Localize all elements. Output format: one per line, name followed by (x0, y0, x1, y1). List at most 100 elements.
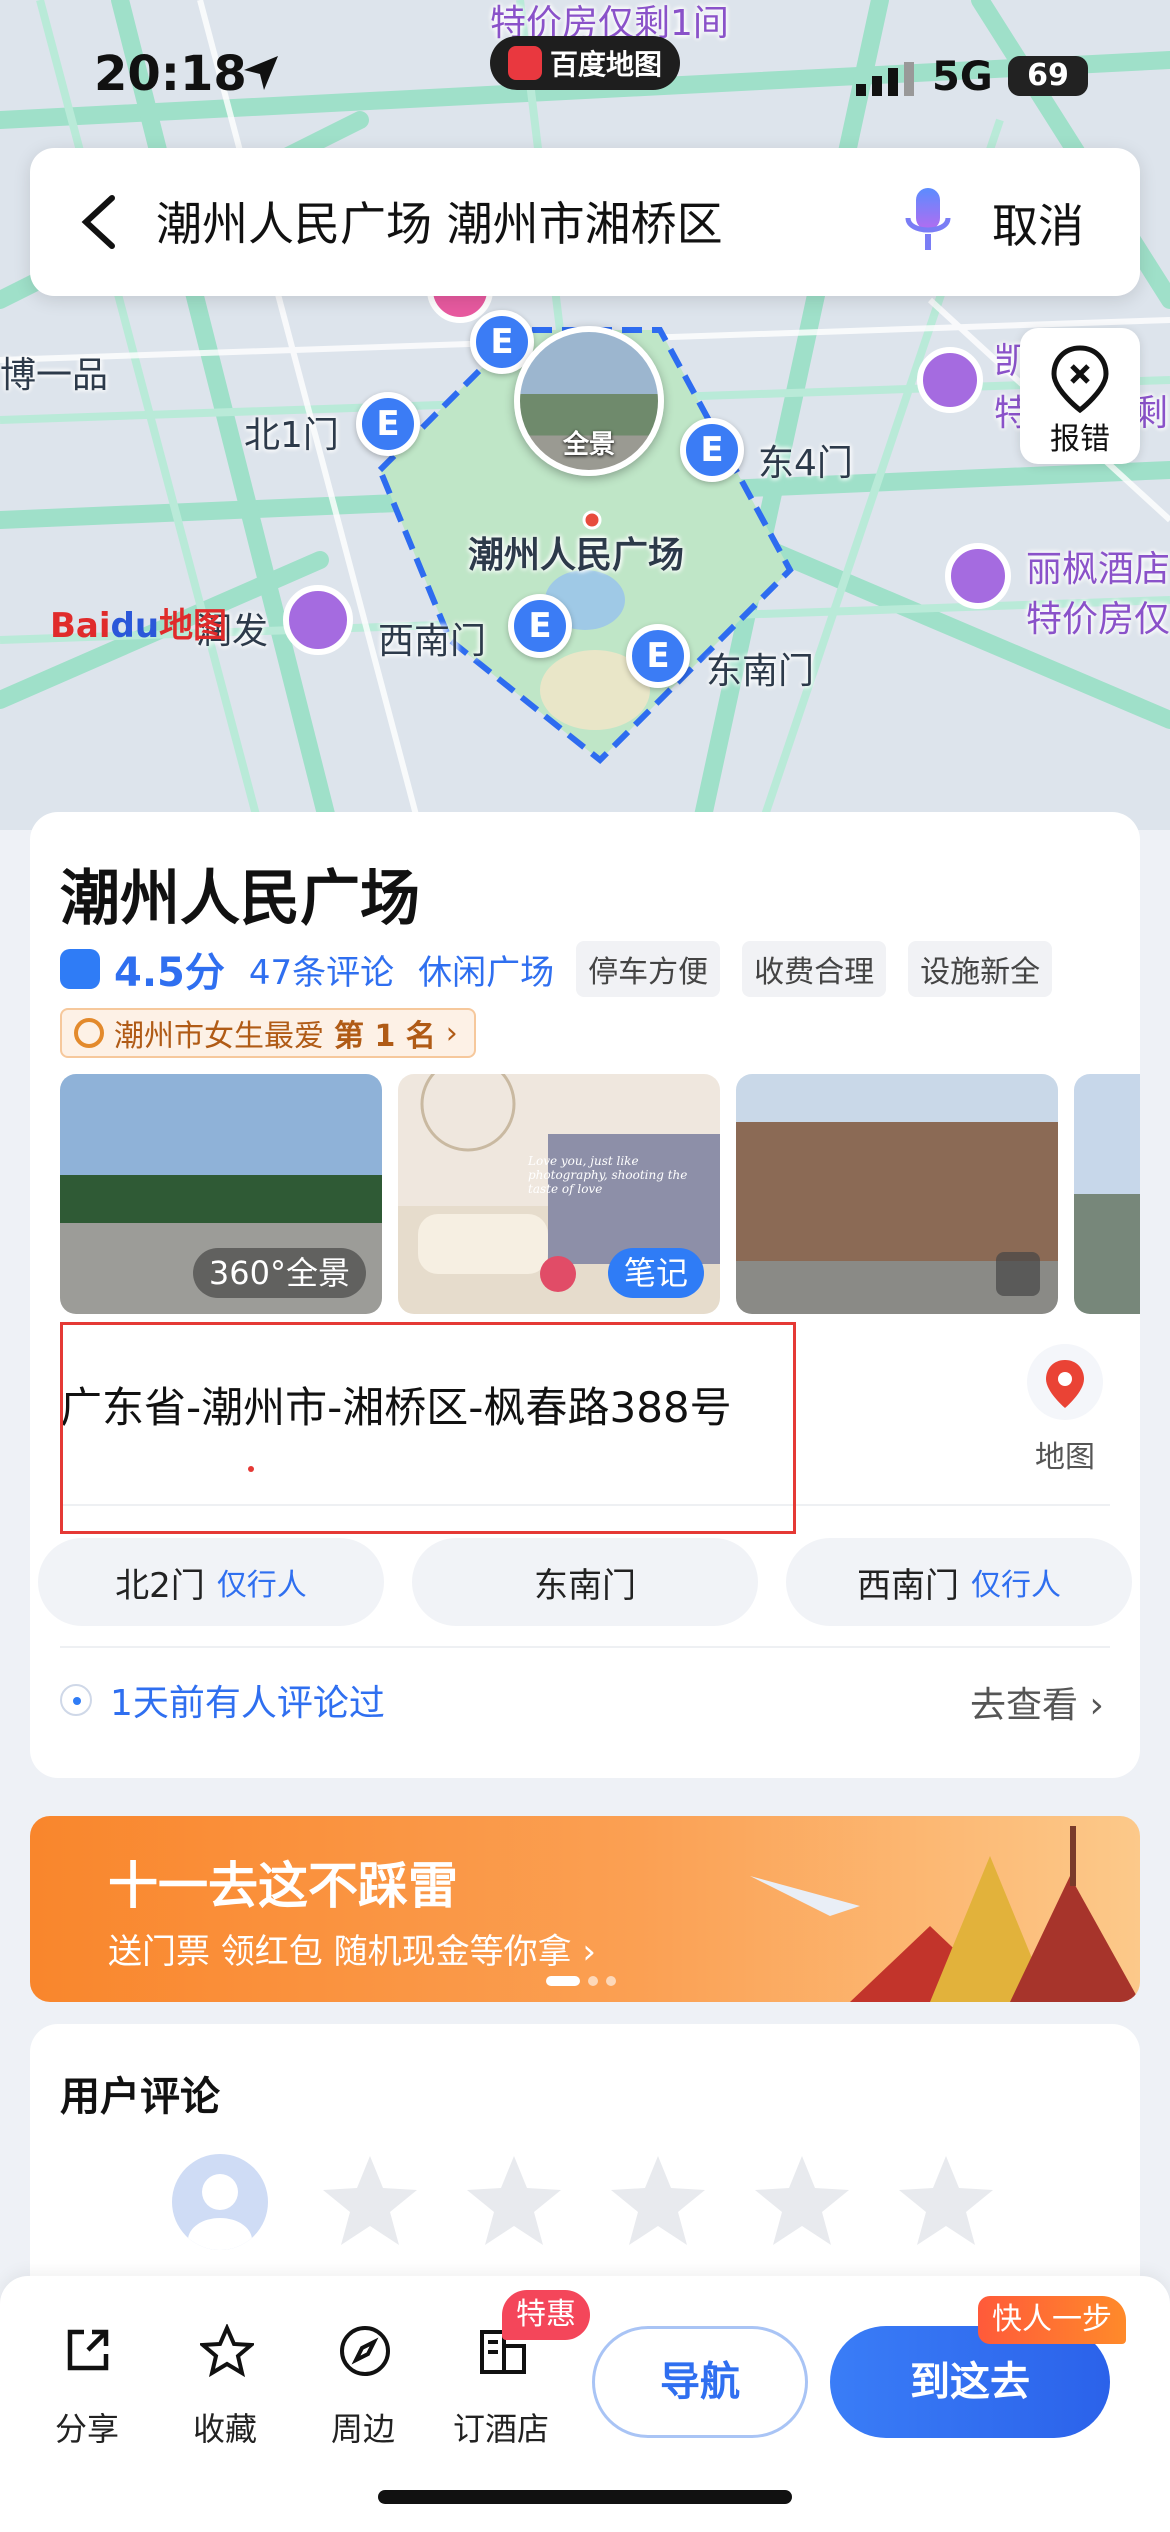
panorama-bubble[interactable]: 全景 (514, 326, 664, 476)
share-icon (67, 2329, 109, 2371)
gate-chip[interactable]: 北2门 仅行人 (38, 1538, 384, 1626)
nearby-button[interactable]: 周边 (308, 2324, 418, 2448)
nearby-label: 周边 (330, 2410, 395, 2448)
ranking-badge[interactable]: 潮州市女生最爱 第 1 名 › (60, 1008, 476, 1058)
rating-star-icon[interactable] (752, 2150, 852, 2250)
navigate-button[interactable]: 导航 (592, 2326, 808, 2438)
battery-indicator: 69 (1008, 56, 1088, 96)
photo-album-icon[interactable] (996, 1252, 1040, 1296)
book-hotel-label: 订酒店 (452, 2410, 549, 2448)
note-photo-caption: Love you, just like photography, shootin… (528, 1154, 688, 1196)
recent-review-row[interactable]: 1天前有人评论过 (60, 1674, 385, 1726)
divider (60, 1646, 1110, 1648)
back-arrow-icon[interactable] (70, 188, 130, 256)
user-avatar (172, 2154, 268, 2250)
gate-entrance-icon[interactable]: E (680, 418, 744, 482)
app-pill-label: 百度地图 (549, 48, 662, 81)
gate-entrance-icon[interactable]: E (508, 594, 572, 658)
rating-star-icon[interactable] (464, 2150, 564, 2250)
gate-note: 仅行人 (216, 1568, 307, 1603)
open-map-button[interactable]: 地图 (1020, 1342, 1110, 1475)
rating-row: 4.5分 47条评论 休闲广场 停车方便 收费合理 设施新全 (60, 940, 1053, 998)
review-count-link[interactable]: 47条评论 (249, 945, 394, 994)
cellular-signal-icon (856, 62, 914, 96)
photo-strip[interactable]: 360°全景 Love you, just like photography, … (60, 1074, 1140, 1314)
panorama-label: 全景 (562, 430, 615, 460)
map-label-gate[interactable]: 东4门 (758, 434, 853, 486)
report-error-button[interactable]: 报错 (1020, 328, 1140, 464)
search-bar: 取消 (30, 148, 1140, 296)
status-bar: 20:18 百度地图 5G 69 (0, 0, 1170, 140)
microphone-icon[interactable] (898, 182, 958, 262)
feature-tag: 设施新全 (908, 941, 1053, 997)
baidu-logo: Baidu地图 (50, 606, 228, 646)
photo-building[interactable] (736, 1074, 1058, 1314)
report-pin-icon (1051, 345, 1109, 414)
gate-name: 北2门 (115, 1565, 205, 1606)
network-type: 5G (932, 54, 993, 100)
promo-title: 十一去这不踩雷 (108, 1857, 458, 1915)
map-label-gate[interactable]: 北1门 (244, 406, 339, 458)
gate-note: 仅行人 (971, 1568, 1061, 1603)
gate-name: 东南门 (534, 1565, 636, 1606)
rating-score[interactable]: 4.5分 (114, 940, 225, 998)
promo-pagination (546, 1976, 616, 1986)
category-link[interactable]: 休闲广场 (418, 945, 554, 994)
chevron-right-icon: › (445, 1015, 458, 1051)
baidu-map-app-icon (507, 46, 542, 80)
cancel-button[interactable]: 取消 (992, 190, 1084, 256)
home-indicator[interactable] (378, 2490, 792, 2504)
favorite-button[interactable]: 收藏 (170, 2324, 280, 2448)
gate-entrance-icon[interactable]: E (356, 392, 420, 456)
map-label-hotel[interactable]: 丽枫酒店 (1026, 540, 1170, 592)
map-pin-icon (1027, 1344, 1103, 1420)
annotation-dot (248, 1466, 254, 1472)
rating-star-icon[interactable] (896, 2150, 996, 2250)
photo-panorama[interactable]: 360°全景 (60, 1074, 382, 1314)
feature-tag: 停车方便 (576, 941, 721, 997)
ranking-icon (74, 1018, 104, 1048)
annotation-highlight-box (60, 1322, 796, 1534)
view-reviews-link[interactable]: 去查看 › (970, 1676, 1104, 1728)
gate-entrance-icon[interactable]: E (626, 624, 690, 688)
note-badge: 笔记 (607, 1248, 704, 1298)
gate-chip[interactable]: 西南门 仅行人 (786, 1538, 1132, 1626)
rating-logo-icon (60, 949, 100, 989)
status-time: 20:18 (94, 46, 247, 102)
open-map-label: 地图 (1035, 1440, 1095, 1475)
hotel-deal-badge: 特惠 (502, 2290, 590, 2340)
poi-info-card: 潮州人民广场 4.5分 47条评论 休闲广场 停车方便 收费合理 设施新全 潮州… (30, 812, 1140, 1778)
star-icon (200, 2324, 254, 2378)
promo-banner[interactable]: 十一去这不踩雷 送门票 领红包 随机现金等你拿 › (30, 1816, 1140, 2002)
poi-title: 潮州人民广场 (60, 864, 420, 934)
rating-star-icon[interactable] (608, 2150, 708, 2250)
book-hotel-button[interactable]: 订酒店 (446, 2324, 556, 2448)
location-arrow-icon (244, 56, 278, 90)
photo-extra[interactable] (1074, 1074, 1140, 1314)
gate-chip[interactable]: 东南门 (412, 1538, 758, 1626)
compass-icon (340, 2326, 390, 2376)
share-button[interactable]: 分享 (32, 2324, 142, 2448)
share-label: 分享 (54, 2410, 119, 2448)
ranking-text: 潮州市女生最爱 (114, 1019, 324, 1054)
photo-note[interactable]: Love you, just like photography, shootin… (398, 1074, 720, 1314)
reviews-title: 用户评论 (60, 2074, 220, 2120)
report-error-label: 报错 (1050, 422, 1110, 457)
map-label-park[interactable]: 潮州人民广场 (468, 526, 684, 578)
app-indicator-pill[interactable]: 百度地图 (490, 36, 680, 90)
quick-badge: 快人一步 (978, 2296, 1126, 2344)
gate-name: 西南门 (857, 1565, 959, 1606)
map-label-poi: 博一品 (0, 355, 109, 396)
map-label-gate[interactable]: 东南门 (706, 642, 814, 694)
ranking-value: 第 1 名 (334, 1019, 436, 1054)
search-input[interactable] (156, 186, 876, 256)
map-label-hotel-promo: 特价房仅 (1026, 599, 1170, 640)
panorama-badge: 360°全景 (192, 1248, 366, 1298)
promo-subtitle: 送门票 领红包 随机现金等你拿 › (108, 1932, 597, 1972)
feature-tag: 收费合理 (742, 941, 887, 997)
recent-review-icon (60, 1684, 92, 1716)
avatar-silhouette-icon (188, 2174, 252, 2250)
favorite-label: 收藏 (192, 2410, 257, 2448)
rating-star-icon[interactable] (320, 2150, 420, 2250)
map-label-gate[interactable]: 西南门 (378, 612, 486, 664)
